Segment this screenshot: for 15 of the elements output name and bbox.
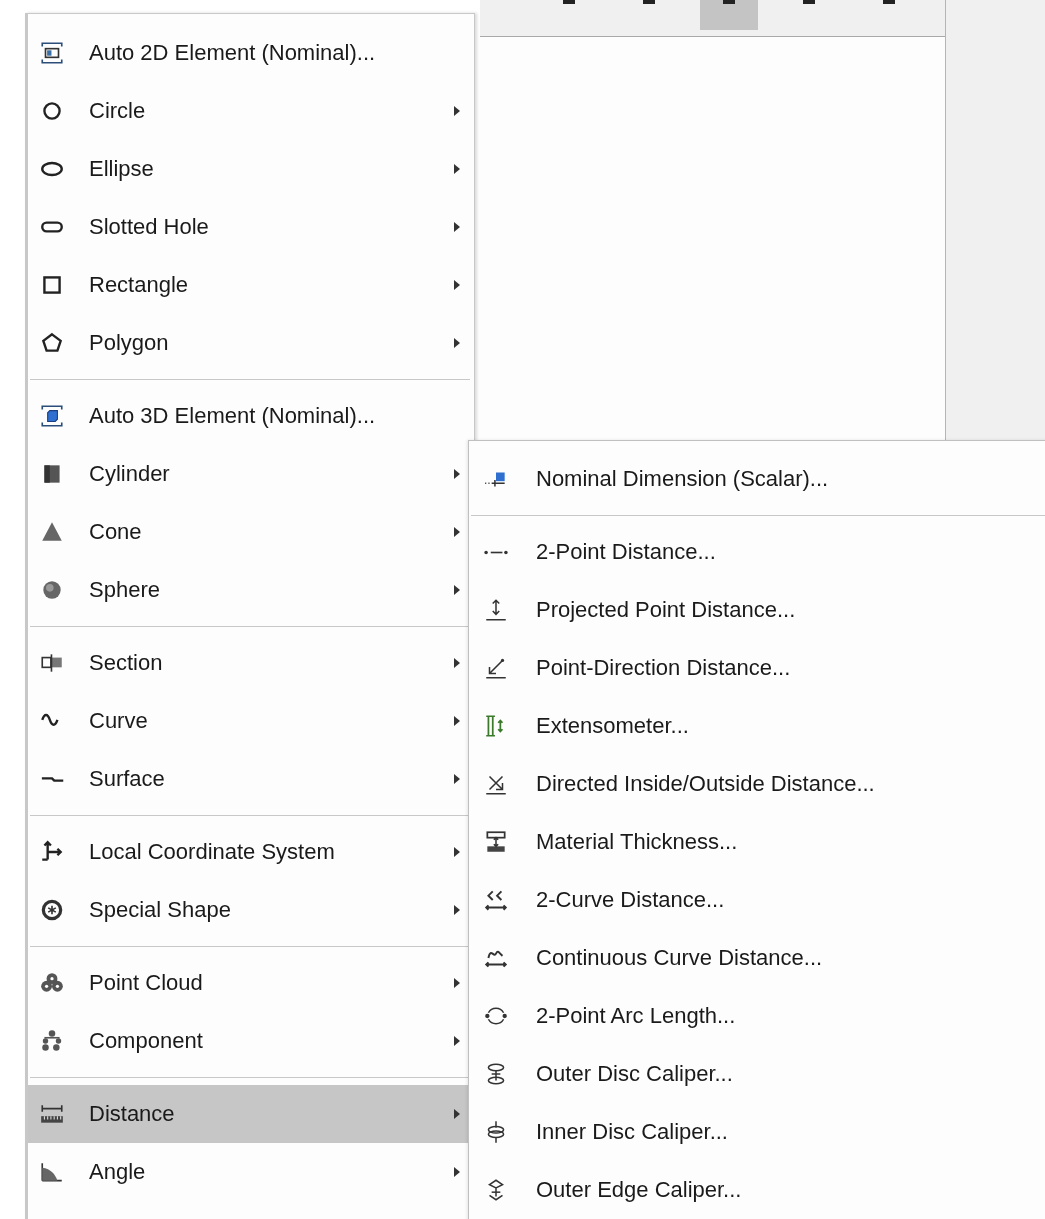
- menu-item[interactable]: Rectangle: [28, 256, 474, 314]
- frame-icon: [39, 40, 65, 66]
- menu-item[interactable]: Auto 3D Element (Nominal)...: [28, 387, 474, 445]
- dotted-line-icon: [483, 548, 509, 556]
- vertical-arrow-icon: [483, 597, 509, 623]
- menu-item[interactable]: Circle: [28, 82, 474, 140]
- cube-icon: [39, 403, 65, 429]
- menu-item[interactable]: Ellipse: [28, 140, 474, 198]
- menu-item[interactable]: Auto 2D Element (Nominal)...: [28, 24, 474, 82]
- asterisk-circle-icon: [39, 897, 65, 923]
- menu-item[interactable]: Polygon: [28, 314, 474, 372]
- menu-item[interactable]: Slotted Hole: [28, 198, 474, 256]
- toolbar-button[interactable]: [700, 0, 758, 30]
- step-icon: [39, 774, 65, 784]
- thickness-icon: [483, 829, 509, 855]
